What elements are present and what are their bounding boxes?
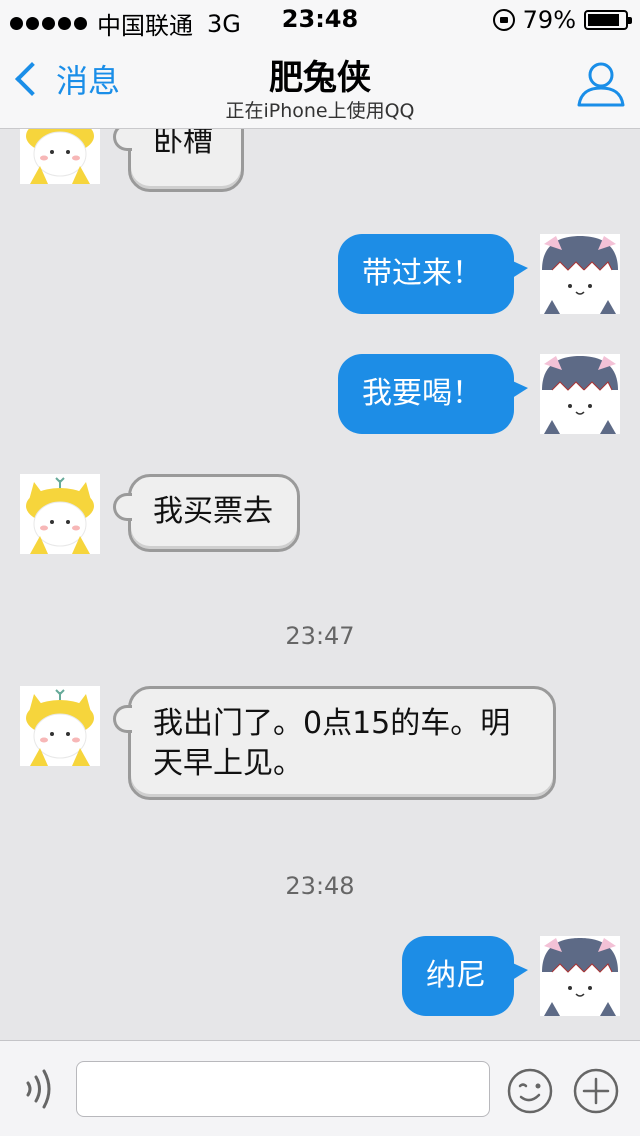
- navigation-bar: 中国联通 3G 23:48 79% 消息 肥兔侠 正在iPhone上使用QQ: [0, 0, 640, 129]
- status-right: 79%: [492, 6, 632, 34]
- contact-name: 肥兔侠: [269, 58, 371, 98]
- input-bar: [0, 1040, 640, 1136]
- message-input[interactable]: [76, 1061, 490, 1117]
- contact-avatar[interactable]: [20, 686, 100, 766]
- timestamp: 23:47: [285, 622, 355, 650]
- person-icon[interactable]: [576, 58, 626, 108]
- outgoing-message-bubble[interactable]: 我要喝！: [338, 354, 528, 434]
- battery-icon: [584, 10, 632, 30]
- outgoing-message-bubble[interactable]: 纳尼: [402, 936, 528, 1016]
- contact-status: 正在iPhone上使用QQ: [225, 100, 415, 122]
- emoji-icon[interactable]: [506, 1067, 554, 1115]
- my-avatar[interactable]: [540, 234, 620, 314]
- my-avatar[interactable]: [540, 354, 620, 434]
- contact-avatar[interactable]: [20, 128, 100, 184]
- message-list[interactable]: 卧槽 带过来！ 我要喝！ 我买票去 23:47 我出门了。0点15的车。明天早上…: [0, 128, 640, 1040]
- contact-avatar[interactable]: [20, 474, 100, 554]
- voice-icon[interactable]: [18, 1065, 58, 1113]
- chat-screen: 中国联通 3G 23:48 79% 消息 肥兔侠 正在iPhone上使用QQ 卧…: [0, 0, 640, 1136]
- plus-icon[interactable]: [572, 1067, 620, 1115]
- battery-percent: 79%: [522, 6, 576, 34]
- status-bar: 中国联通 3G 23:48 79%: [0, 0, 640, 40]
- timestamp: 23:48: [285, 872, 355, 900]
- rotation-lock-icon: [492, 9, 515, 31]
- my-avatar[interactable]: [540, 936, 620, 1016]
- outgoing-message-bubble[interactable]: 带过来！: [338, 234, 528, 314]
- incoming-message-bubble[interactable]: 卧槽: [113, 128, 244, 192]
- incoming-message-bubble[interactable]: 我出门了。0点15的车。明天早上见。: [113, 686, 556, 800]
- incoming-message-bubble[interactable]: 我买票去: [113, 474, 300, 552]
